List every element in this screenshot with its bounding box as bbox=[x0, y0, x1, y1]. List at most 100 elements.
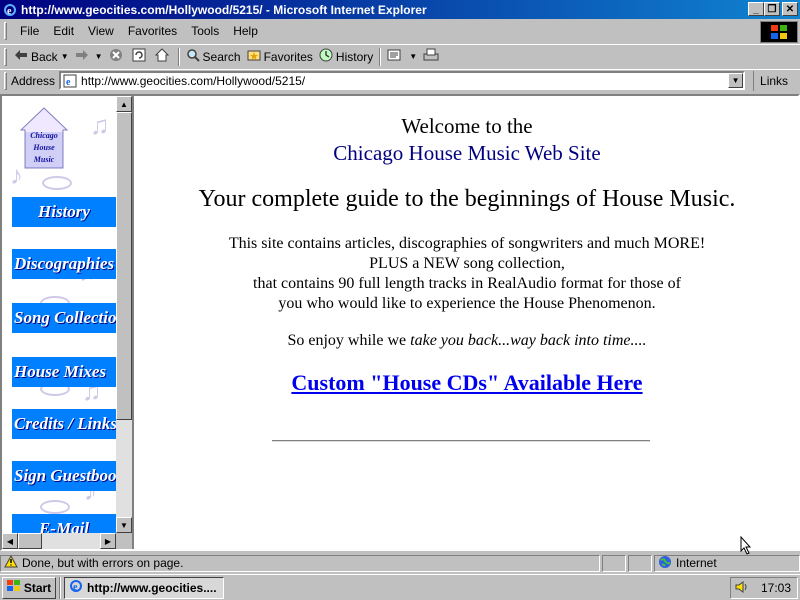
nav-discographies-button[interactable]: Discographies bbox=[12, 249, 116, 279]
back-button[interactable]: Back ▼ bbox=[11, 47, 72, 67]
music-note-icon: ♫ bbox=[90, 110, 110, 140]
nav-sign-guestbook-button[interactable]: Sign Guestbook bbox=[12, 461, 116, 491]
history-icon bbox=[319, 48, 333, 65]
intro-line: PLUS a NEW song collection, bbox=[369, 255, 565, 272]
zone-label: Internet bbox=[676, 556, 717, 570]
status-message-panel: Done, but with errors on page. bbox=[0, 554, 600, 572]
refresh-icon bbox=[132, 48, 146, 65]
mail-icon bbox=[387, 48, 403, 65]
nav-horizontal-scrollbar[interactable]: ◀ ▶ bbox=[2, 533, 116, 549]
links-label: Links bbox=[760, 73, 789, 88]
eye-icon bbox=[40, 500, 70, 514]
clock[interactable]: 17:03 bbox=[761, 581, 791, 595]
menu-tools[interactable]: Tools bbox=[184, 24, 226, 38]
menu-edit[interactable]: Edit bbox=[46, 24, 81, 38]
scrollbar-thumb[interactable] bbox=[116, 112, 132, 420]
menu-file[interactable]: File bbox=[13, 24, 46, 38]
favorites-button[interactable]: Favorites bbox=[244, 47, 316, 67]
search-label: Search bbox=[202, 49, 241, 64]
scroll-left-icon[interactable]: ◀ bbox=[2, 533, 18, 549]
intro-line: you who would like to experience the Hou… bbox=[278, 295, 656, 312]
horizontal-rule bbox=[272, 440, 650, 442]
windows-flag-icon bbox=[6, 580, 21, 595]
intro-line: This site contains articles, discographi… bbox=[228, 235, 706, 252]
close-icon[interactable]: ✕ bbox=[782, 2, 798, 16]
page-icon: e bbox=[63, 74, 77, 88]
toolbar-grip[interactable] bbox=[4, 47, 7, 66]
nav-credits-links-button[interactable]: Credits / Links bbox=[12, 409, 116, 439]
title-bar: e http://www.geocities.com/Hollywood/521… bbox=[0, 0, 800, 19]
nav-credits-links-label: Credits / Links bbox=[14, 414, 116, 433]
home-button[interactable] bbox=[152, 47, 175, 67]
minimize-icon[interactable]: _ bbox=[748, 2, 764, 16]
taskbar: Start e http://www.geocities.... 17:03 bbox=[0, 574, 800, 600]
start-button[interactable]: Start bbox=[2, 576, 56, 599]
refresh-button[interactable] bbox=[129, 47, 152, 67]
main-frame: Welcome to the Chicago House Music Web S… bbox=[136, 96, 798, 555]
eye-icon bbox=[42, 176, 72, 190]
nav-song-collection-button[interactable]: Song Collection bbox=[12, 303, 116, 333]
links-button[interactable]: Links bbox=[753, 70, 789, 91]
scrollbar-thumb[interactable] bbox=[18, 533, 42, 549]
standard-toolbar: Back ▼ ▼ Search Favorites History ▼ bbox=[0, 44, 800, 68]
windows-logo-icon bbox=[760, 21, 798, 43]
svg-text:e: e bbox=[7, 6, 12, 17]
search-icon bbox=[186, 48, 200, 65]
taskbar-separator bbox=[59, 576, 61, 599]
nav-discographies-label: Discographies bbox=[14, 254, 115, 273]
scroll-right-icon[interactable]: ▶ bbox=[100, 533, 116, 549]
menu-view[interactable]: View bbox=[81, 24, 121, 38]
custom-cds-link[interactable]: Custom "House CDs" Available Here bbox=[136, 370, 798, 396]
print-button[interactable] bbox=[420, 47, 445, 67]
status-bar: Done, but with errors on page. Internet bbox=[0, 553, 800, 573]
restore-icon[interactable]: ❐ bbox=[764, 2, 780, 16]
taskbar-item-label: http://www.geocities.... bbox=[87, 580, 217, 595]
svg-text:Music: Music bbox=[33, 155, 55, 164]
warning-icon[interactable] bbox=[4, 554, 18, 571]
svg-text:e: e bbox=[66, 77, 71, 88]
chevron-down-icon[interactable]: ▼ bbox=[95, 52, 103, 61]
chevron-down-icon[interactable]: ▼ bbox=[728, 73, 744, 88]
back-arrow-icon bbox=[14, 49, 28, 64]
address-field[interactable]: e ▼ bbox=[59, 71, 746, 90]
chevron-down-icon[interactable]: ▼ bbox=[61, 52, 69, 61]
favorites-icon bbox=[247, 48, 261, 65]
home-icon bbox=[154, 48, 169, 65]
status-text: Done, but with errors on page. bbox=[22, 556, 184, 570]
mail-button[interactable]: ▼ bbox=[384, 47, 420, 67]
scrollbar-corner bbox=[116, 533, 132, 549]
toolbar-grip[interactable] bbox=[4, 71, 7, 90]
browser-viewport: ♫ ♪ ♬ ♫ ♪ Chicago House Music History Di… bbox=[0, 94, 800, 555]
scroll-down-icon[interactable]: ▼ bbox=[116, 517, 132, 533]
toolbar-grip[interactable] bbox=[4, 22, 7, 40]
status-progress-panel bbox=[602, 554, 626, 572]
nav-vertical-scrollbar[interactable]: ▲ ▼ bbox=[116, 96, 132, 533]
address-input[interactable] bbox=[81, 73, 722, 88]
history-button[interactable]: History bbox=[316, 47, 376, 67]
site-name-heading: Chicago House Music Web Site bbox=[333, 141, 601, 165]
taskbar-ie-window[interactable]: e http://www.geocities.... bbox=[64, 576, 224, 599]
chevron-down-icon[interactable]: ▼ bbox=[409, 52, 417, 61]
scroll-up-icon[interactable]: ▲ bbox=[116, 96, 132, 112]
nav-house-mixes-button[interactable]: House Mixes bbox=[12, 357, 116, 387]
menu-favorites[interactable]: Favorites bbox=[121, 24, 184, 38]
search-button[interactable]: Search bbox=[183, 47, 244, 67]
stop-button[interactable] bbox=[106, 47, 129, 67]
forward-button[interactable]: ▼ bbox=[72, 47, 106, 67]
intro-line: that contains 90 full length tracks in R… bbox=[253, 275, 681, 292]
globe-icon bbox=[658, 555, 672, 572]
menu-help[interactable]: Help bbox=[226, 24, 265, 38]
nav-pane: ♫ ♪ ♬ ♫ ♪ Chicago House Music History Di… bbox=[2, 96, 116, 544]
address-label: Address bbox=[11, 73, 56, 88]
status-zone-panel: Internet bbox=[654, 554, 800, 572]
forward-arrow-icon bbox=[75, 49, 89, 64]
nav-house-mixes-label: House Mixes bbox=[14, 362, 107, 381]
volume-icon[interactable] bbox=[735, 580, 749, 597]
nav-history-button[interactable]: History bbox=[12, 197, 116, 227]
window-title: http://www.geocities.com/Hollywood/5215/… bbox=[21, 2, 427, 17]
chicago-house-music-logo[interactable]: Chicago House Music bbox=[17, 104, 71, 172]
left-nav-frame: ♫ ♪ ♬ ♫ ♪ Chicago House Music History Di… bbox=[2, 96, 134, 549]
nav-song-collection-label: Song Collection bbox=[14, 308, 116, 327]
ie-icon: e bbox=[69, 579, 83, 596]
history-label: History bbox=[335, 49, 374, 64]
